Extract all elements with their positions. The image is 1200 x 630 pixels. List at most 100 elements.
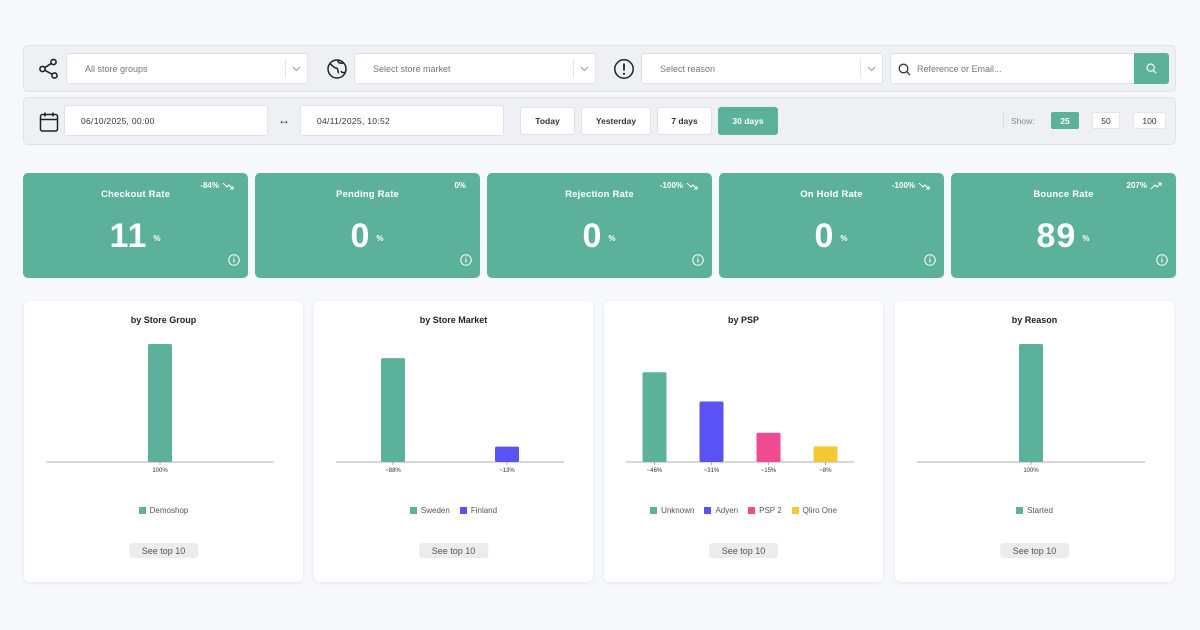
share-nodes-icon (38, 58, 60, 80)
info-icon[interactable] (1156, 253, 1168, 271)
legend-swatch (748, 507, 756, 514)
bar-qliro-one[interactable] (813, 446, 838, 462)
legend-item[interactable]: Demoshop (138, 506, 188, 515)
bar-finland[interactable] (495, 446, 519, 462)
info-icon[interactable] (228, 253, 240, 271)
reason-select[interactable]: Select reason (641, 53, 883, 84)
legend-label: Finland (470, 506, 498, 515)
kpi-card: 207% Bounce Rate 89% (951, 173, 1176, 278)
bar-label: 100% (1023, 468, 1039, 474)
date-from-input[interactable]: 06/10/2025, 00:00 (64, 105, 268, 136)
legend-label: Sweden (420, 506, 450, 515)
preset-30days-button[interactable]: 30 days (718, 107, 778, 135)
legend-item[interactable]: Adyen (704, 506, 738, 515)
legend-item[interactable]: Sweden (409, 506, 450, 515)
info-icon[interactable] (460, 253, 472, 271)
kpi-value: 0% (582, 217, 617, 255)
bar-label: 100% (152, 468, 168, 474)
kpi-card: 0% Pending Rate 0% (255, 173, 480, 278)
calendar-icon (38, 111, 60, 133)
chart-legend: Demoshop (24, 506, 303, 515)
bar-sweden[interactable] (381, 358, 405, 462)
bar-label: ~46% (647, 468, 663, 474)
show-100-option[interactable]: 100 (1133, 112, 1166, 129)
kpi-card: -84% Checkout Rate 11% (23, 173, 248, 278)
see-top-10-button[interactable]: See top 10 (128, 543, 199, 558)
legend-item[interactable]: Unknown (650, 506, 694, 515)
divider (1003, 112, 1004, 129)
search-button[interactable] (1134, 53, 1169, 84)
kpi-card: -100% On Hold Rate 0% (719, 173, 944, 278)
preset-7days-button[interactable]: 7 days (657, 107, 712, 135)
chart-card: by PSP ~46% ~31% ~15% ~8% Unknown Adyen PSP 2 Ql… (604, 301, 883, 582)
legend-swatch (791, 507, 799, 514)
store-group-select[interactable]: All store groups (66, 53, 308, 84)
chevron-down-icon[interactable] (285, 59, 307, 78)
kpi-title: Bounce Rate (1033, 189, 1094, 200)
preset-yesterday-button[interactable]: Yesterday (581, 107, 651, 135)
kpi-value: 89% (1036, 217, 1091, 255)
legend-swatch (459, 507, 467, 514)
bar-started[interactable] (1019, 344, 1043, 462)
kpi-card: -100% Rejection Rate 0% (487, 173, 712, 278)
filter-bar: All store groups Select store market Sel… (23, 45, 1176, 92)
legend-swatch (138, 507, 146, 514)
legend-item[interactable]: Started (1016, 506, 1053, 515)
info-icon[interactable] (924, 253, 936, 271)
legend-swatch (409, 507, 417, 514)
legend-label: PSP 2 (759, 506, 782, 515)
preset-today-button[interactable]: Today (520, 107, 575, 135)
search-icon (1146, 63, 1157, 74)
see-top-10-button[interactable]: See top 10 (999, 543, 1070, 558)
bar-label: ~88% (385, 468, 401, 474)
legend-label: Adyen (715, 506, 739, 515)
legend-item[interactable]: Finland (459, 506, 498, 515)
legend-label: Qliro One (802, 506, 837, 515)
show-25-option[interactable]: 25 (1051, 112, 1079, 129)
kpi-title: Checkout Rate (100, 189, 171, 200)
bar-chart: 100% (917, 344, 1145, 474)
store-market-placeholder: Select store market (373, 63, 451, 74)
show-label: Show: (1011, 116, 1035, 126)
chart-legend: Unknown Adyen PSP 2 Qliro One (604, 506, 883, 515)
bar-unknown[interactable] (642, 372, 667, 462)
legend-swatch (1016, 507, 1024, 514)
legend-label: Unknown (661, 506, 695, 515)
legend-item[interactable]: PSP 2 (748, 506, 782, 515)
store-group-value: All store groups (85, 63, 148, 74)
store-market-select[interactable]: Select store market (354, 53, 596, 84)
info-icon[interactable] (692, 253, 704, 271)
search-icon (897, 62, 911, 76)
chart-card: by Store Group 100% Demoshop See top 10 (24, 301, 303, 582)
bar-adyen[interactable] (699, 401, 724, 462)
bar-label: ~13% (499, 468, 515, 474)
kpi-value: 0% (814, 217, 849, 255)
kpi-title: On Hold Rate (800, 189, 863, 200)
chart-legend: Sweden Finland (314, 506, 593, 515)
kpi-value: 0% (350, 217, 385, 255)
kpi-value: 11% (109, 217, 162, 255)
date-range-separator: ↔ (278, 113, 290, 127)
kpi-title: Rejection Rate (565, 189, 634, 200)
bar-chart: ~88% ~13% (336, 358, 564, 474)
legend-swatch (650, 507, 658, 514)
bar-chart: ~46% ~31% ~15% ~8% (626, 372, 854, 474)
bar-label: ~8% (819, 468, 832, 474)
see-top-10-button[interactable]: See top 10 (708, 543, 779, 558)
globe-icon (326, 58, 348, 80)
bar-demoshop[interactable] (148, 344, 172, 462)
date-to-input[interactable]: 04/11/2025, 10:52 (300, 105, 504, 136)
reason-placeholder: Select reason (660, 63, 716, 74)
search-field[interactable]: Reference or Email... (890, 53, 1169, 84)
see-top-10-button[interactable]: See top 10 (418, 543, 489, 558)
legend-label: Started (1027, 506, 1053, 515)
date-bar: 06/10/2025, 00:00 ↔ 04/11/2025, 10:52 To… (23, 97, 1176, 145)
legend-item[interactable]: Qliro One (791, 506, 837, 515)
chevron-down-icon[interactable] (573, 59, 595, 78)
search-input[interactable]: Reference or Email... (917, 64, 1002, 74)
show-50-option[interactable]: 50 (1092, 112, 1120, 129)
bar-label: ~31% (704, 468, 720, 474)
kpi-title: Pending Rate (335, 189, 400, 200)
bar-psp-2[interactable] (756, 432, 781, 462)
chevron-down-icon[interactable] (860, 59, 882, 78)
